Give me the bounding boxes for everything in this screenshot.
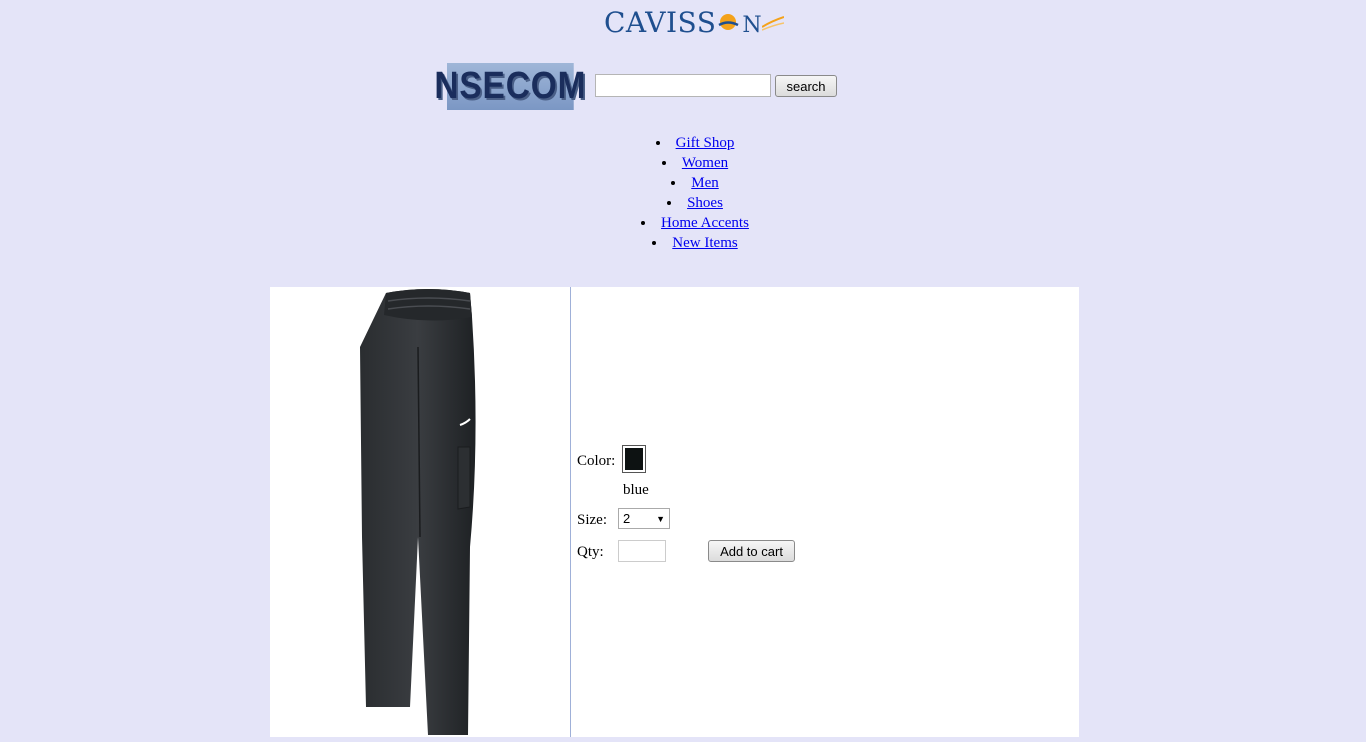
size-value: 2: [623, 511, 631, 526]
color-swatch[interactable]: [622, 445, 646, 473]
nsecom-logo: NSECOM: [434, 63, 586, 110]
color-label: Color:: [577, 453, 616, 469]
nav-item-home-accents: Home Accents: [0, 213, 1366, 233]
category-nav: Gift Shop Women Men Shoes Home Accents N…: [0, 133, 1366, 253]
sun-emblem-icon: [718, 14, 739, 30]
nav-link-gift-shop[interactable]: Gift Shop: [676, 135, 735, 151]
qty-label: Qty:: [577, 544, 604, 560]
swatch-fill: [625, 448, 643, 470]
nav-link-new-items[interactable]: New Items: [672, 235, 737, 251]
search-button[interactable]: search: [775, 75, 837, 97]
nav-link-home-accents[interactable]: Home Accents: [661, 215, 749, 231]
product-image-cell: [270, 287, 571, 737]
swoosh-icon: [762, 16, 785, 31]
brand-text-tail: N: [742, 12, 763, 38]
nav-link-shoes[interactable]: Shoes: [687, 195, 723, 211]
nav-link-men[interactable]: Men: [691, 175, 719, 191]
chevron-down-icon: ▼: [656, 513, 665, 524]
nav-link-women[interactable]: Women: [682, 155, 728, 171]
product-options: Color: blue Size: 2 ▼ Qty: Add to cart: [577, 287, 1077, 737]
nav-item-shoes: Shoes: [0, 193, 1366, 213]
add-to-cart-button[interactable]: Add to cart: [708, 540, 795, 562]
color-name: blue: [623, 482, 649, 498]
size-label: Size:: [577, 512, 607, 528]
nav-item-men: Men: [0, 173, 1366, 193]
brand-text-lead: CAVISS: [604, 5, 717, 39]
cavisson-logo: CAVISS N: [604, 4, 785, 40]
search-input[interactable]: [595, 74, 771, 97]
nav-item-new-items: New Items: [0, 233, 1366, 253]
product-panel: Color: blue Size: 2 ▼ Qty: Add to cart: [270, 287, 1079, 737]
qty-input[interactable]: [618, 540, 666, 562]
product-image-pants[interactable]: [270, 287, 570, 737]
nav-item-women: Women: [0, 153, 1366, 173]
size-select[interactable]: 2 ▼: [618, 508, 670, 529]
search-bar: NSECOM search: [434, 63, 837, 110]
nav-item-gift-shop: Gift Shop: [0, 133, 1366, 153]
